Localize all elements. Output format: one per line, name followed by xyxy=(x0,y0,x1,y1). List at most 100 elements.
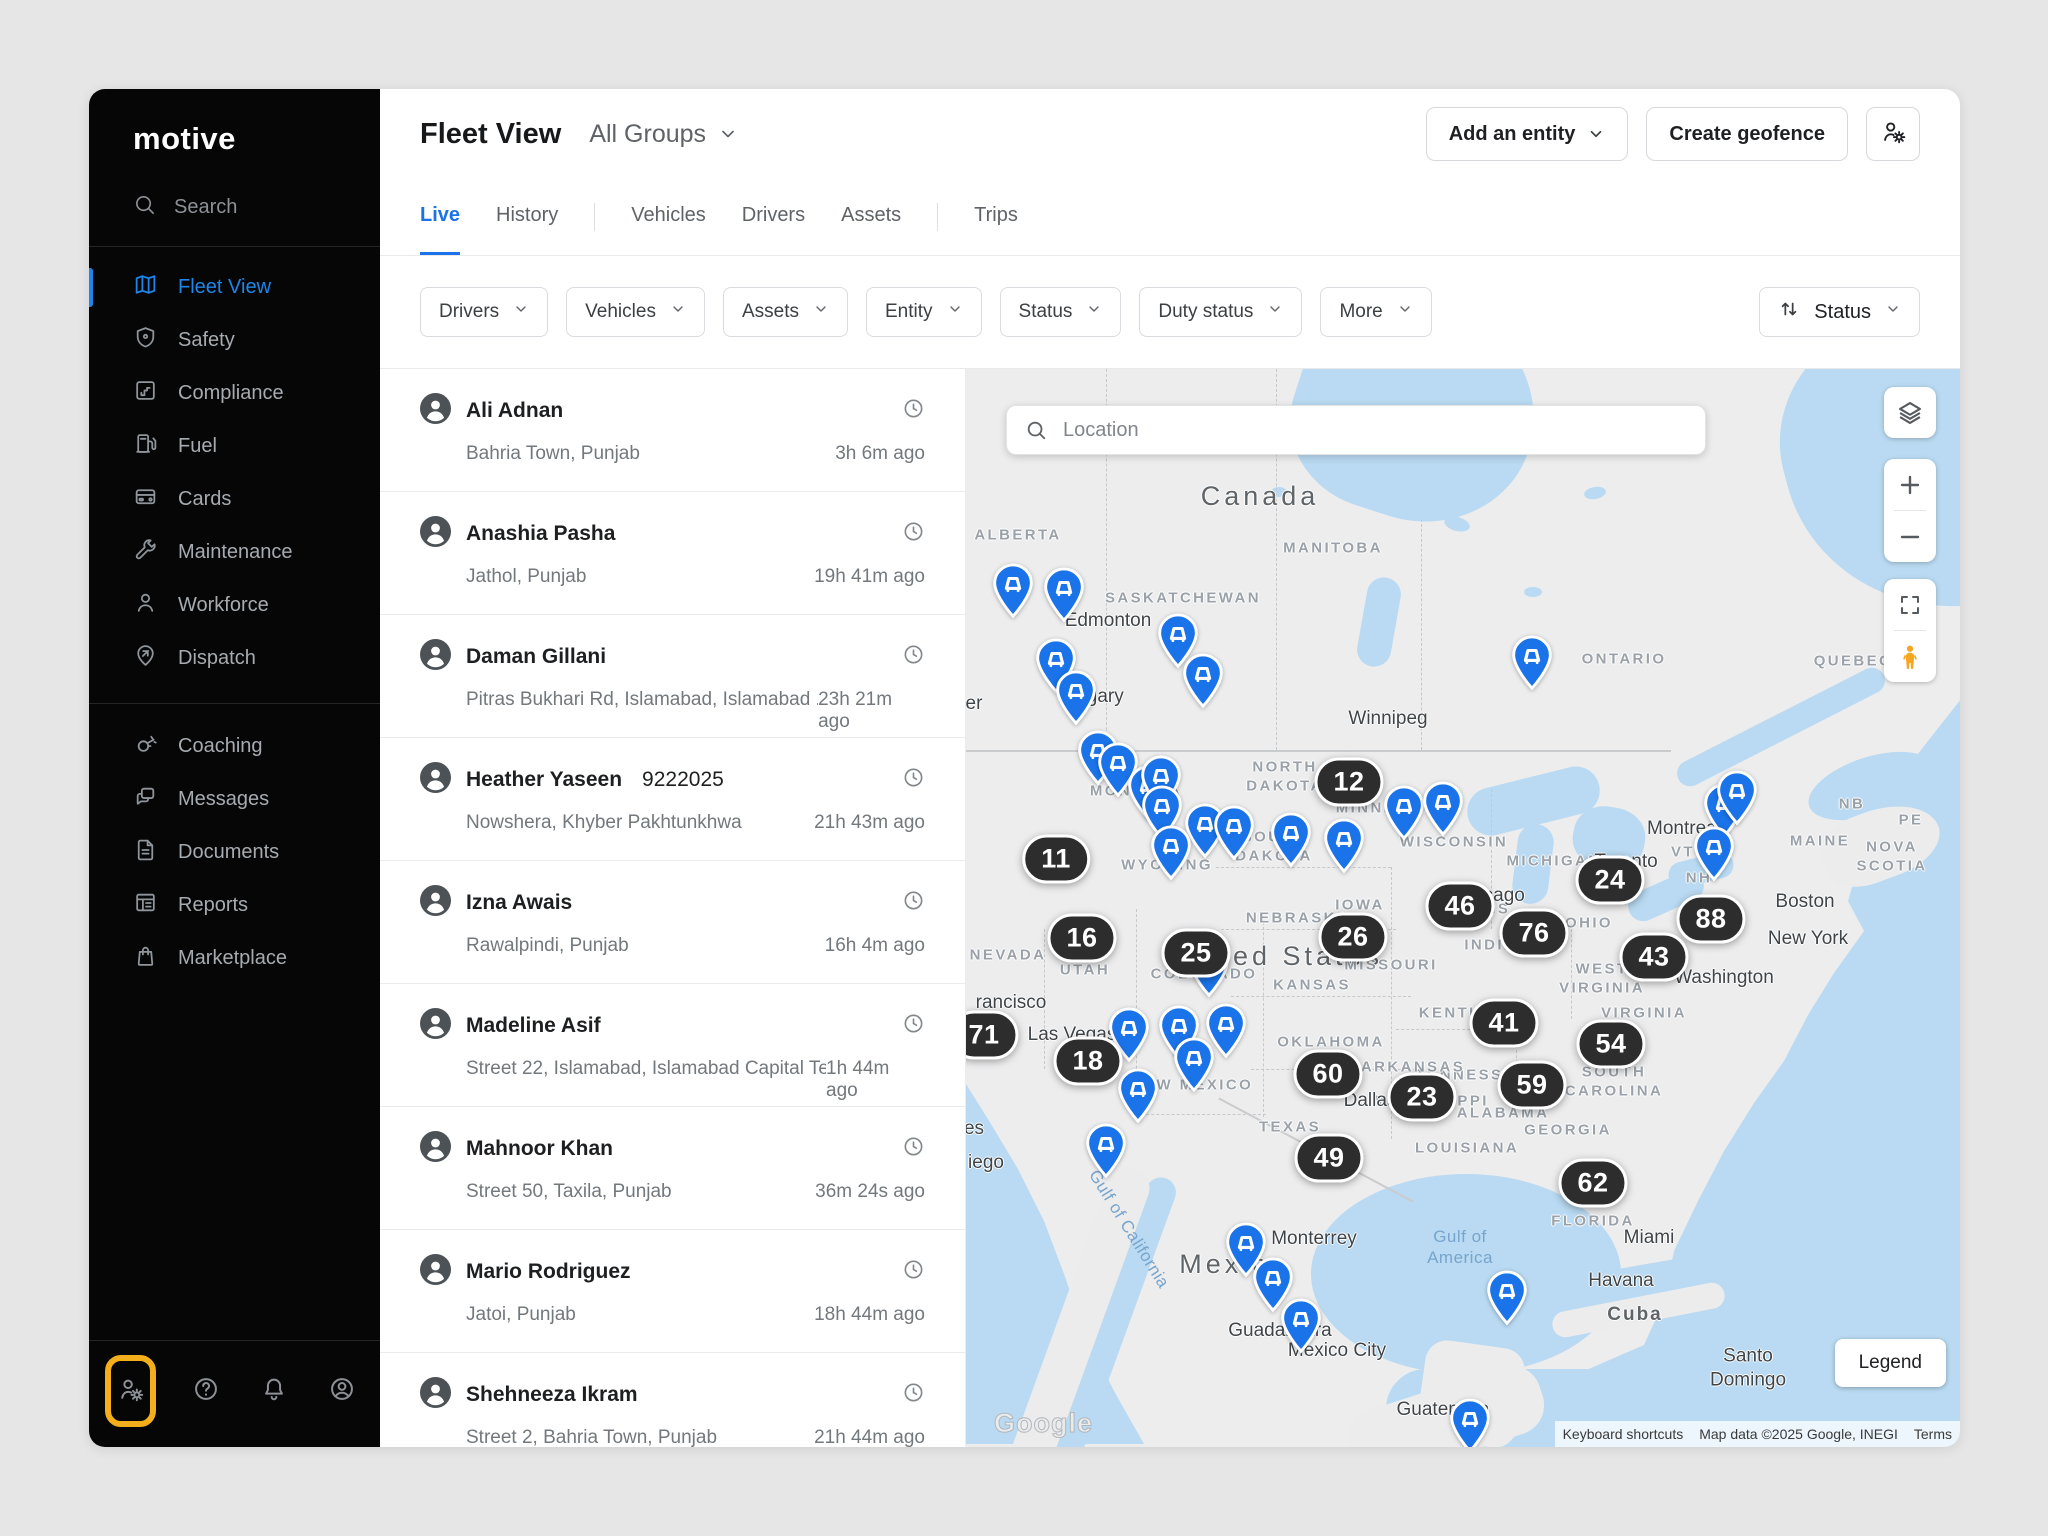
admin-settings-button[interactable] xyxy=(1866,107,1920,161)
driver-row[interactable]: Mario Rodriguez Jatoi, Punjab 18h 44m ag… xyxy=(380,1230,965,1353)
cluster-marker[interactable]: 26 xyxy=(1318,913,1387,962)
tab-history[interactable]: History xyxy=(496,179,558,255)
fullscreen-button[interactable] xyxy=(1884,579,1936,630)
driver-row[interactable]: Anashia Pasha Jathol, Punjab 19h 41m ago xyxy=(380,492,965,615)
sidebar-item-workforce[interactable]: Workforce xyxy=(89,579,380,632)
keyboard-shortcuts-link[interactable]: Keyboard shortcuts xyxy=(1555,1421,1692,1447)
vehicle-pin[interactable] xyxy=(1116,1068,1160,1124)
vehicle-pin[interactable] xyxy=(1322,818,1366,874)
cluster-marker[interactable]: 54 xyxy=(1576,1020,1645,1069)
pegman-button[interactable] xyxy=(1884,631,1936,682)
sidebar-item-dispatch[interactable]: Dispatch xyxy=(89,632,380,685)
cluster-marker[interactable]: 76 xyxy=(1499,909,1568,958)
sidebar-search[interactable]: Search xyxy=(89,157,380,246)
create-geofence-button[interactable]: Create geofence xyxy=(1646,107,1848,161)
add-entity-button[interactable]: Add an entity xyxy=(1426,107,1629,161)
sidebar-nav-secondary: CoachingMessagesDocumentsReportsMarketpl… xyxy=(89,720,380,985)
sidebar-item-coaching[interactable]: Coaching xyxy=(89,720,380,773)
cluster-marker[interactable]: 71 xyxy=(966,1011,1019,1060)
group-filter-dropdown[interactable]: All Groups xyxy=(589,120,738,149)
sidebar-item-marketplace[interactable]: Marketplace xyxy=(89,932,380,985)
vehicle-pin[interactable] xyxy=(1421,781,1465,837)
vehicle-pin[interactable] xyxy=(1279,1298,1323,1354)
whistle-icon xyxy=(133,731,158,762)
vehicle-pin[interactable] xyxy=(1042,567,1086,623)
vehicle-pin[interactable] xyxy=(1448,1398,1492,1447)
cluster-marker[interactable]: 23 xyxy=(1387,1073,1456,1122)
cluster-marker[interactable]: 18 xyxy=(1053,1037,1122,1086)
fullscreen-icon xyxy=(1898,593,1922,617)
vehicle-pin[interactable] xyxy=(1149,825,1193,881)
location-search-input[interactable] xyxy=(1061,418,1687,443)
tab-live[interactable]: Live xyxy=(420,179,460,255)
vehicle-pin[interactable] xyxy=(1181,653,1225,709)
cluster-marker[interactable]: 16 xyxy=(1047,914,1116,963)
filter-vehicles[interactable]: Vehicles xyxy=(566,287,705,337)
terms-link[interactable]: Terms xyxy=(1906,1421,1960,1447)
driver-name: Madeline Asif xyxy=(466,1014,601,1038)
filter-assets[interactable]: Assets xyxy=(723,287,848,337)
sidebar-item-fuel[interactable]: Fuel xyxy=(89,420,380,473)
vehicle-pin[interactable] xyxy=(1510,635,1554,691)
sidebar-item-messages[interactable]: Messages xyxy=(89,773,380,826)
legend-button[interactable]: Legend xyxy=(1835,1339,1946,1387)
vehicle-pin[interactable] xyxy=(1172,1037,1216,1093)
tab-assets[interactable]: Assets xyxy=(841,179,901,255)
sort-by-button[interactable]: Status xyxy=(1759,287,1920,337)
cluster-marker[interactable]: 11 xyxy=(1022,835,1090,884)
map-location-search[interactable] xyxy=(1006,405,1706,455)
cluster-marker[interactable]: 12 xyxy=(1314,758,1383,807)
sidebar-item-cards[interactable]: Cards xyxy=(89,473,380,526)
zoom-in-button[interactable] xyxy=(1884,459,1936,510)
layers-button[interactable] xyxy=(1884,387,1936,438)
cluster-marker[interactable]: 49 xyxy=(1294,1134,1363,1183)
cluster-marker[interactable]: 88 xyxy=(1676,895,1745,944)
cluster-marker[interactable]: 25 xyxy=(1161,929,1230,978)
admin-settings-button[interactable] xyxy=(105,1355,156,1427)
notifications-button[interactable] xyxy=(260,1370,288,1412)
vehicle-pin[interactable] xyxy=(991,563,1035,619)
tab-vehicles[interactable]: Vehicles xyxy=(631,179,706,255)
sidebar-item-maintenance[interactable]: Maintenance xyxy=(89,526,380,579)
help-button[interactable] xyxy=(192,1370,220,1412)
tab-drivers[interactable]: Drivers xyxy=(742,179,805,255)
driver-row[interactable]: Madeline Asif Street 22, Islamabad, Isla… xyxy=(380,984,965,1107)
driver-row[interactable]: Shehneeza Ikram Street 2, Bahria Town, P… xyxy=(380,1353,965,1447)
filter-drivers[interactable]: Drivers xyxy=(420,287,548,337)
chevron-down-icon xyxy=(513,301,529,323)
account-button[interactable] xyxy=(328,1370,356,1412)
vehicle-pin[interactable] xyxy=(1212,805,1256,861)
sidebar-item-documents[interactable]: Documents xyxy=(89,826,380,879)
sidebar-item-reports[interactable]: Reports xyxy=(89,879,380,932)
vehicle-pin[interactable] xyxy=(1715,770,1759,826)
cluster-marker[interactable]: 41 xyxy=(1469,999,1538,1048)
driver-row[interactable]: Izna Awais Rawalpindi, Punjab 16h 4m ago xyxy=(380,861,965,984)
tab-trips[interactable]: Trips xyxy=(974,179,1018,255)
filter-more[interactable]: More xyxy=(1320,287,1431,337)
vehicle-pin[interactable] xyxy=(1084,1123,1128,1179)
zoom-out-button[interactable] xyxy=(1884,511,1936,562)
filter-status[interactable]: Status xyxy=(1000,287,1122,337)
driver-row[interactable]: Ali Adnan Bahria Town, Punjab 3h 6m ago xyxy=(380,369,965,492)
cluster-marker[interactable]: 60 xyxy=(1293,1050,1362,1099)
sidebar-item-compliance[interactable]: Compliance xyxy=(89,367,380,420)
sidebar-item-fleet-view[interactable]: Fleet View xyxy=(89,261,380,314)
cluster-marker[interactable]: 59 xyxy=(1497,1061,1566,1110)
cluster-marker[interactable]: 24 xyxy=(1575,856,1644,905)
driver-row[interactable]: Mahnoor Khan Street 50, Taxila, Punjab 3… xyxy=(380,1107,965,1230)
vehicle-pin[interactable] xyxy=(1382,785,1426,841)
cluster-marker[interactable]: 62 xyxy=(1558,1159,1627,1208)
cluster-marker[interactable]: 43 xyxy=(1619,933,1688,982)
map[interactable]: CanadaUnited StatesMexicoCubaALBERTASASK… xyxy=(966,369,1960,1447)
cluster-marker[interactable]: 46 xyxy=(1425,882,1494,931)
filter-duty-status[interactable]: Duty status xyxy=(1139,287,1302,337)
filter-entity[interactable]: Entity xyxy=(866,287,982,337)
driver-row[interactable]: Daman Gillani Pitras Bukhari Rd, Islamab… xyxy=(380,615,965,738)
vehicle-pin[interactable] xyxy=(1692,826,1736,882)
vehicle-pin[interactable] xyxy=(1485,1270,1529,1326)
driver-list[interactable]: Ali Adnan Bahria Town, Punjab 3h 6m ago … xyxy=(380,369,966,1447)
driver-row[interactable]: Heather Yaseen9222025 Nowshera, Khyber P… xyxy=(380,738,965,861)
sidebar-item-safety[interactable]: Safety xyxy=(89,314,380,367)
vehicle-pin[interactable] xyxy=(1269,812,1313,868)
vehicle-pin[interactable] xyxy=(1054,670,1098,726)
